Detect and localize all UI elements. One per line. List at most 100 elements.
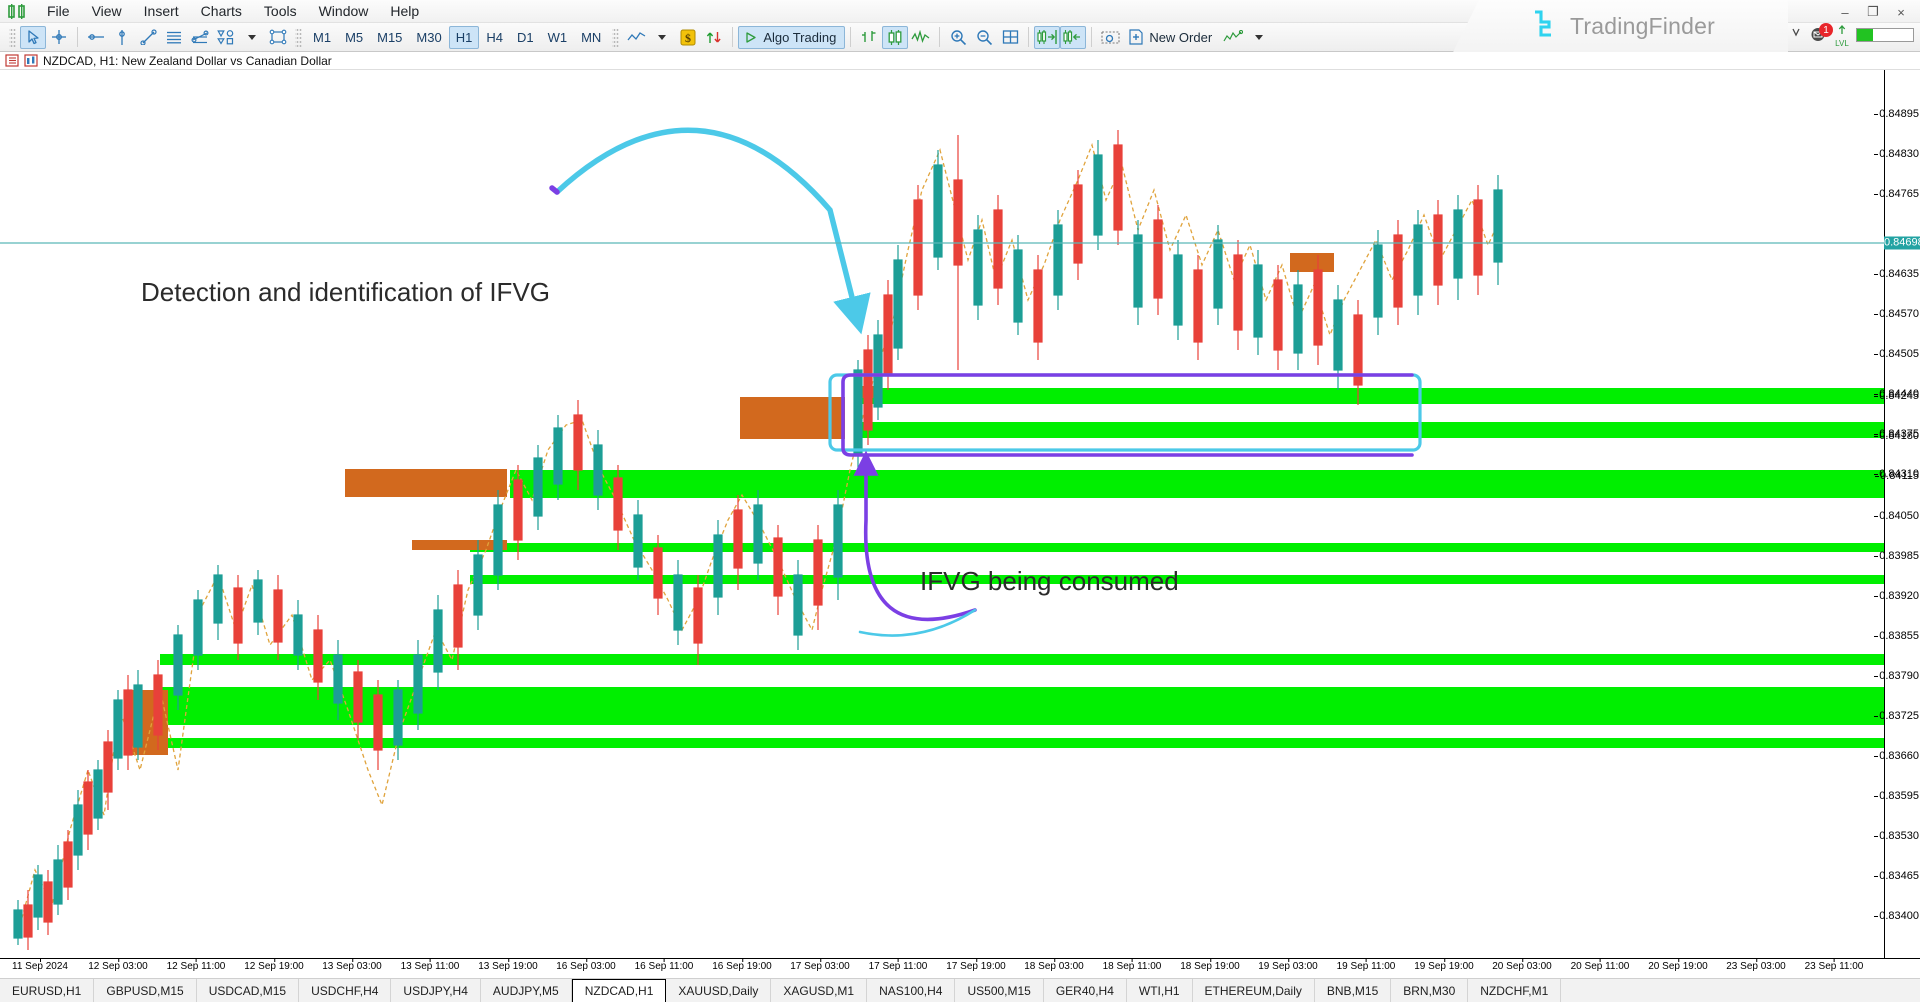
- close-button[interactable]: ×: [1888, 3, 1914, 21]
- tile-windows-button[interactable]: [997, 26, 1023, 49]
- ifvg-purple-bracket: [843, 375, 1412, 455]
- chart-tab-usdjpy[interactable]: USDJPY,H4: [391, 979, 480, 1002]
- chart-canvas[interactable]: Detection and identification of IFVG IFV…: [0, 70, 1884, 958]
- auto-scroll-button[interactable]: [1034, 26, 1060, 49]
- trendline-icon: [140, 29, 157, 45]
- cursor-tool-button[interactable]: [20, 26, 46, 49]
- menu-item-view[interactable]: View: [81, 1, 133, 22]
- timeframe-w1[interactable]: W1: [541, 26, 575, 49]
- chart-shift-button[interactable]: [1060, 26, 1086, 49]
- crosshair-icon: [51, 29, 67, 45]
- chart-tab-gbpusd[interactable]: GBPUSD,M15: [94, 979, 196, 1002]
- menu-item-help[interactable]: Help: [379, 1, 430, 22]
- window-controls: – ❐ ×: [1832, 3, 1914, 21]
- play-triangle-icon: [744, 31, 758, 44]
- chart-tab-usdcad[interactable]: USDCAD,M15: [197, 979, 299, 1002]
- timeframe-m15[interactable]: M15: [370, 26, 409, 49]
- chart-tab-usdchf[interactable]: USDCHF,H4: [299, 979, 391, 1002]
- new-order-button[interactable]: New Order: [1123, 26, 1220, 49]
- timeframe-m5[interactable]: M5: [338, 26, 370, 49]
- chart-tab-nzdcad[interactable]: NZDCAD,H1: [572, 979, 667, 1002]
- equidistant-channel-tool-button[interactable]: [161, 26, 187, 49]
- time-tick: 12 Sep 03:00: [88, 961, 148, 972]
- order-block-1: [1290, 253, 1334, 272]
- chart-tab-eurusd[interactable]: EURUSD,H1: [0, 979, 94, 1002]
- time-tick: 17 Sep 19:00: [946, 961, 1006, 972]
- zoom-in-button[interactable]: [945, 26, 971, 49]
- connection-meter[interactable]: [1856, 28, 1914, 42]
- main-toolbar: M1 M5 M15 M30 H1 H4 D1 W1 MN $: [0, 23, 1920, 52]
- buy-sell-arrows-button[interactable]: [701, 26, 727, 49]
- fvg-zone-2: [855, 422, 1884, 438]
- price-tick: 0.83465: [1879, 870, 1919, 882]
- horizontal-line-tool-button[interactable]: [83, 26, 109, 49]
- chart-tab-wti[interactable]: WTI,H1: [1127, 979, 1193, 1002]
- chart-tab-xauusd[interactable]: XAUUSD,Daily: [666, 979, 771, 1002]
- chart-tab-nzdchf[interactable]: NZDCHF,M1: [1468, 979, 1561, 1002]
- timeframe-m30[interactable]: M30: [409, 26, 448, 49]
- shapes-icon: [217, 29, 236, 45]
- autotrading-indicator-button[interactable]: [1220, 26, 1246, 49]
- chart-area[interactable]: Detection and identification of IFVG IFV…: [0, 70, 1920, 958]
- menu-item-tools[interactable]: Tools: [253, 1, 308, 22]
- candlestick-button[interactable]: [882, 26, 908, 49]
- chart-tab-ethereum[interactable]: ETHEREUM,Daily: [1193, 979, 1315, 1002]
- price-chart-svg: [0, 70, 1884, 958]
- indicator-line-icon: [627, 30, 646, 44]
- minimize-button[interactable]: –: [1832, 3, 1858, 21]
- screenshot-button[interactable]: [1097, 26, 1123, 49]
- maximize-button[interactable]: ❐: [1860, 3, 1886, 21]
- autotrading-dropdown-button[interactable]: [1246, 26, 1272, 49]
- market-watch-button[interactable]: $: [675, 26, 701, 49]
- chart-tab-brn[interactable]: BRN,M30: [1391, 979, 1468, 1002]
- chart-tab-nas100[interactable]: NAS100,H4: [867, 979, 955, 1002]
- toolbar-grip[interactable]: [9, 27, 16, 47]
- notification-bell[interactable]: 1: [1810, 26, 1828, 44]
- chart-tab-us500[interactable]: US500,M15: [955, 979, 1043, 1002]
- time-tick: 16 Sep 11:00: [635, 961, 694, 972]
- timeframe-h1[interactable]: H1: [449, 26, 480, 49]
- time-axis[interactable]: 11 Sep 2024 12 Sep 03:00 12 Sep 11:00 12…: [0, 958, 1920, 978]
- shapes-tool-button[interactable]: [213, 26, 239, 49]
- menu-item-insert[interactable]: Insert: [133, 1, 190, 22]
- menu-item-charts[interactable]: Charts: [190, 1, 253, 22]
- timeframe-mn[interactable]: MN: [574, 26, 608, 49]
- timeframe-d1[interactable]: D1: [510, 26, 541, 49]
- timeframe-m1[interactable]: M1: [306, 26, 338, 49]
- chart-tab-ger40[interactable]: GER40,H4: [1044, 979, 1127, 1002]
- level-indicator: LVL: [1835, 22, 1849, 48]
- menu-item-file[interactable]: File: [36, 1, 81, 22]
- up-arrow-icon: [1835, 25, 1849, 35]
- chart-tab-bnb[interactable]: BNB,M15: [1315, 979, 1391, 1002]
- algo-trading-button[interactable]: Algo Trading: [738, 26, 845, 49]
- trendline-tool-button[interactable]: [135, 26, 161, 49]
- toolbar-grip-indicators[interactable]: [612, 27, 619, 47]
- bar-chart-button[interactable]: [856, 26, 882, 49]
- fibonacci-tool-button[interactable]: [187, 26, 213, 49]
- time-tick: 16 Sep 19:00: [712, 961, 772, 972]
- timeframe-h4[interactable]: H4: [479, 26, 510, 49]
- chart-tab-audjpy[interactable]: AUDJPY,M5: [481, 979, 572, 1002]
- time-tick: 20 Sep 11:00: [1571, 961, 1630, 972]
- annotation-detection-label: Detection and identification of IFVG: [141, 277, 550, 308]
- data-window-icon: [5, 54, 19, 67]
- dollar-icon: $: [680, 29, 696, 46]
- indicators-dropdown-button[interactable]: [649, 26, 675, 49]
- price-tick: 0.84115: [1880, 470, 1919, 482]
- price-tick: 0.83530: [1879, 830, 1919, 842]
- price-tick: 0.83725: [1879, 710, 1919, 722]
- chart-tab-xagusd[interactable]: XAGUSD,M1: [771, 979, 867, 1002]
- toolbar-separator: [77, 27, 78, 47]
- vertical-line-tool-button[interactable]: [109, 26, 135, 49]
- time-tick: 17 Sep 03:00: [790, 961, 850, 972]
- menu-item-window[interactable]: Window: [308, 1, 380, 22]
- price-tick: 0.83790: [1879, 670, 1919, 682]
- text-box-tool-button[interactable]: [265, 26, 291, 49]
- zoom-out-button[interactable]: [971, 26, 997, 49]
- toolbar-grip-timeframes[interactable]: [295, 27, 302, 47]
- signal-wave-icon: [1223, 30, 1243, 45]
- crosshair-tool-button[interactable]: [46, 26, 72, 49]
- line-chart-button[interactable]: [908, 26, 934, 49]
- indicators-button[interactable]: [623, 26, 649, 49]
- shapes-dropdown-button[interactable]: [239, 26, 265, 49]
